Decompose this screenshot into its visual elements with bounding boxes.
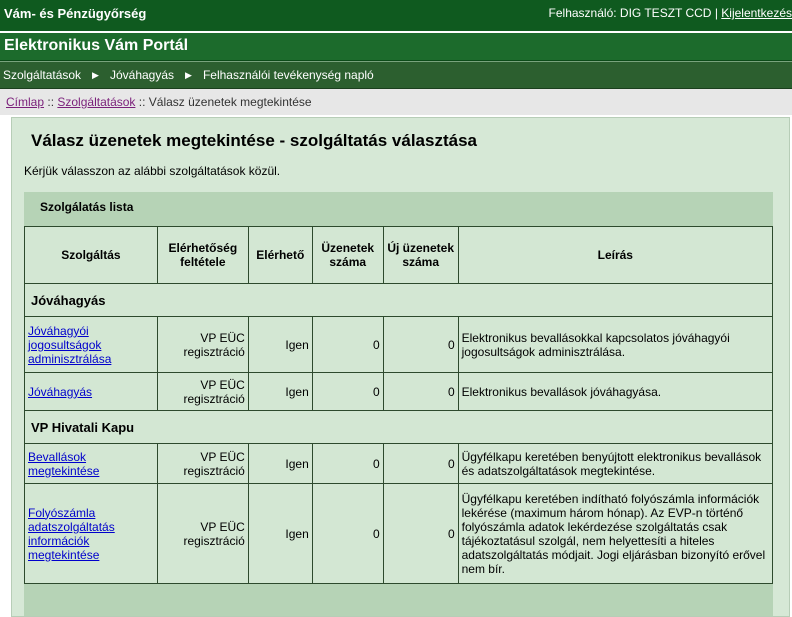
description-cell: Elektronikus bevallások jóváhagyása. [457, 372, 774, 411]
new-messages-cell: 0 [382, 372, 459, 411]
messages-cell: 0 [311, 443, 384, 484]
service-list-panel: Szolgálatás lista Szolgáltás Elérhetőség… [24, 192, 774, 612]
user-info: Felhasználó: DIG TESZT CCD | Kijelentkez… [549, 6, 792, 20]
column-header-new-messages: Új üzenetek száma [382, 226, 459, 284]
column-header-description: Leírás [457, 226, 774, 284]
service-link[interactable]: Jóváhagyás [28, 385, 92, 399]
service-cell: Bevallások megtekintése [24, 443, 158, 484]
group-row: Jóváhagyás [24, 283, 773, 317]
table-header-row: Szolgáltás Elérhetőség feltétele Elérhet… [24, 226, 774, 284]
available-cell: Igen [247, 483, 313, 584]
breadcrumb-separator: :: [138, 95, 146, 109]
panel-title: Szolgálatás lista [40, 200, 134, 214]
table-row: Bevallások megtekintése VP EÜC regisztrá… [24, 443, 774, 484]
service-link[interactable]: Bevallások megtekintése [28, 450, 99, 478]
triangle-right-icon: ▶ [185, 69, 192, 80]
available-cell: Igen [247, 372, 313, 411]
condition-cell: VP EÜC regisztráció [156, 443, 249, 484]
intro-text: Kérjük válasszon az alábbi szolgáltatáso… [24, 164, 281, 178]
breadcrumb-separator: :: [47, 95, 55, 109]
group-title: VP Hivatali Kapu [24, 410, 773, 444]
table-row: Jóváhagyás VP EÜC regisztráció Igen 0 0 … [24, 372, 774, 411]
nav-item-approval[interactable]: Jóváhagyás [107, 68, 178, 82]
new-messages-cell: 0 [382, 443, 459, 484]
user-label: Felhasználó: DIG TESZT CCD [548, 6, 712, 20]
nav-item-activity-log[interactable]: Felhasználói tevékenység napló [200, 68, 378, 82]
table-row: Jóváhagyói jogosultságok adminisztrálása… [24, 316, 774, 373]
messages-cell: 0 [311, 372, 384, 411]
condition-cell: VP EÜC regisztráció [156, 372, 249, 411]
triangle-right-icon: ▶ [92, 69, 99, 80]
column-header-messages: Üzenetek száma [311, 226, 384, 284]
service-table: Szolgáltás Elérhetőség feltétele Elérhet… [24, 226, 774, 584]
messages-cell: 0 [311, 483, 384, 584]
page-title: Válasz üzenetek megtekintése - szolgálta… [31, 131, 477, 150]
nav-item-services[interactable]: Szolgáltatások [0, 68, 85, 82]
service-link[interactable]: Folyószámla adatszolgáltatás információk… [28, 506, 115, 562]
breadcrumb-current: Válasz üzenetek megtekintése [148, 95, 312, 109]
condition-cell: VP EÜC regisztráció [156, 316, 249, 373]
breadcrumb-home[interactable]: Címlap [6, 95, 44, 109]
breadcrumb: Címlap :: Szolgáltatások :: Válasz üzene… [0, 89, 792, 115]
organization-name: Vám- és Pénzügyőrség [4, 6, 147, 21]
new-messages-cell: 0 [382, 483, 459, 584]
description-cell: Ügyfélkapu keretében indítható folyószám… [457, 483, 774, 584]
service-link[interactable]: Jóváhagyói jogosultságok adminisztrálása [28, 324, 111, 366]
content-area: Válasz üzenetek megtekintése - szolgálta… [11, 117, 790, 617]
group-row: VP Hivatali Kapu [24, 410, 773, 444]
available-cell: Igen [247, 316, 313, 373]
table-row: Folyószámla adatszolgáltatás információk… [24, 483, 774, 584]
condition-cell: VP EÜC regisztráció [156, 483, 249, 584]
separator: | [714, 6, 718, 20]
panel-bottom-strip [24, 612, 773, 616]
group-title: Jóváhagyás [24, 283, 773, 317]
service-cell: Jóváhagyói jogosultságok adminisztrálása [24, 316, 158, 373]
column-header-condition: Elérhetőség feltétele [156, 226, 249, 284]
column-header-service: Szolgáltás [24, 226, 158, 284]
service-cell: Jóváhagyás [24, 372, 158, 411]
breadcrumb-services[interactable]: Szolgáltatások [57, 95, 135, 109]
column-header-available: Elérhető [247, 226, 313, 284]
top-bar: Vám- és Pénzügyőrség Felhasználó: DIG TE… [0, 0, 792, 33]
service-cell: Folyószámla adatszolgáltatás információk… [24, 483, 158, 584]
description-cell: Ügyfélkapu keretében benyújtott elektron… [457, 443, 774, 484]
messages-cell: 0 [311, 316, 384, 373]
main-nav: Szolgáltatások ▶ Jóváhagyás ▶ Felhasznál… [0, 61, 792, 89]
available-cell: Igen [247, 443, 313, 484]
logout-link[interactable]: Kijelentkezés [721, 6, 792, 20]
new-messages-cell: 0 [382, 316, 459, 373]
portal-title: Elektronikus Vám Portál [0, 33, 792, 61]
description-cell: Elektronikus bevallásokkal kapcsolatos j… [457, 316, 774, 373]
